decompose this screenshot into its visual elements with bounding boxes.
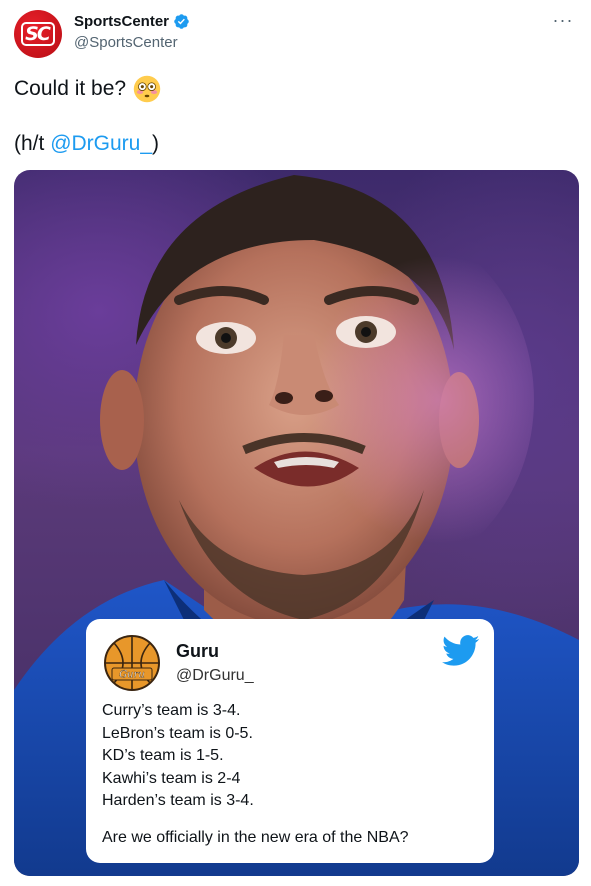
twitter-bird-icon (442, 635, 480, 666)
handle[interactable]: @SportsCenter (74, 34, 178, 51)
hat-tip-line: (h/t @DrGuru_) (14, 132, 159, 156)
verified-badge-icon (174, 14, 189, 29)
quoted-line: LeBron’s team is 0-5. (102, 724, 253, 742)
quoted-tweet-card: Guru Guru @DrGuru_ Curry’s team is 3-4. … (86, 619, 494, 863)
quoted-line: KD’s team is 1-5. (102, 747, 224, 764)
guru-avatar-text: Guru (119, 670, 145, 681)
more-options-icon[interactable]: ··· (551, 8, 575, 32)
guru-avatar: Guru (104, 635, 160, 691)
name-row[interactable]: SportsCenter (74, 13, 190, 30)
hat-tip-suffix: ) (152, 132, 160, 155)
flushed-face-emoji-icon (133, 75, 161, 103)
tweet-text-line1: Could it be? (14, 75, 161, 103)
display-name[interactable]: SportsCenter (74, 13, 169, 30)
quoted-line: Harden’s team is 3-4. (102, 792, 254, 809)
mention-link[interactable]: @DrGuru_ (50, 132, 152, 155)
hat-tip-prefix: (h/t (14, 132, 51, 155)
avatar[interactable]: SC (14, 10, 62, 58)
quoted-line: Curry’s team is 3-4. (102, 702, 241, 719)
quoted-text-lines: Curry’s team is 3-4. LeBron’s team is 0-… (102, 700, 254, 813)
tweet-text: Could it be? (14, 77, 127, 100)
quoted-name: Guru (176, 641, 219, 661)
quoted-handle: @DrGuru_ (176, 667, 254, 684)
quoted-line: Kawhi’s team is 2-4 (102, 769, 241, 787)
sportscenter-logo: SC (21, 22, 55, 46)
tweet[interactable]: SC SportsCenter @SportsCenter ··· Could … (0, 0, 591, 886)
tweet-media-image[interactable]: Guru Guru @DrGuru_ Curry’s team is 3-4. … (14, 170, 579, 876)
quoted-question: Are we officially in the new era of the … (102, 829, 409, 846)
